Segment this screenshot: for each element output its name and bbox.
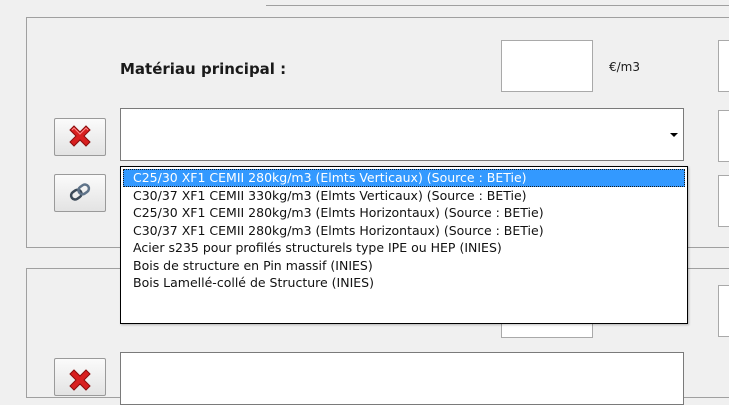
price-input[interactable] <box>501 40 593 92</box>
right-field-3[interactable] <box>718 175 729 227</box>
delete-button-2[interactable] <box>54 358 106 396</box>
dropdown-options: C25/30 XF1 CEMII 280kg/m3 (Elmts Vertica… <box>123 169 685 292</box>
material-combobox[interactable] <box>120 108 684 161</box>
dropdown-option[interactable]: C25/30 XF1 CEMII 280kg/m3 (Elmts Vertica… <box>123 169 685 187</box>
link-button[interactable] <box>54 174 106 212</box>
material-dropdown-list[interactable]: C25/30 XF1 CEMII 280kg/m3 (Elmts Vertica… <box>120 166 688 324</box>
dropdown-option[interactable]: Acier s235 pour profilés structurels typ… <box>123 239 685 257</box>
dropdown-option[interactable]: C25/30 XF1 CEMII 280kg/m3 (Elmts Horizon… <box>123 204 685 222</box>
chain-link-icon <box>68 181 92 206</box>
price-unit-label: €/m3 <box>609 60 641 74</box>
material-combobox-2[interactable] <box>120 352 684 405</box>
combo-dropdown-arrow[interactable] <box>665 109 683 160</box>
top-separator <box>266 5 729 6</box>
red-x-icon <box>65 365 95 398</box>
right-field-1[interactable] <box>718 40 729 92</box>
chevron-down-icon <box>670 132 678 137</box>
red-x-icon <box>65 121 95 154</box>
dropdown-option[interactable]: Bois de structure en Pin massif (INIES) <box>123 257 685 275</box>
dropdown-option[interactable]: Bois Lamellé-collé de Structure (INIES) <box>123 274 685 292</box>
dropdown-option[interactable]: C30/37 XF1 CEMII 330kg/m3 (Elmts Vertica… <box>123 187 685 205</box>
delete-button[interactable] <box>54 118 106 156</box>
dropdown-option[interactable]: C30/37 XF1 CEMII 280kg/m3 (Elmts Horizon… <box>123 222 685 240</box>
right-field-4[interactable] <box>718 285 729 337</box>
main-material-label: Matériau principal : <box>120 60 287 78</box>
right-field-2[interactable] <box>718 110 729 162</box>
